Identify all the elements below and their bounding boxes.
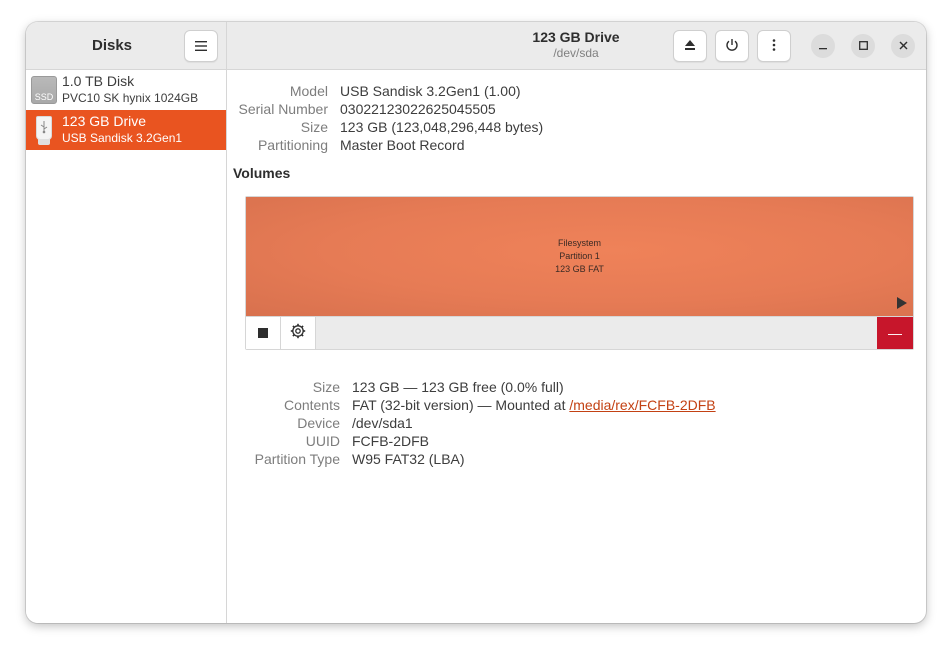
disk-name: 123 GB Drive [62, 113, 147, 129]
play-icon [897, 297, 907, 309]
volume-map: Filesystem Partition 1 123 GB FAT — [245, 196, 914, 350]
maximize-button[interactable] [851, 34, 875, 58]
disk-item-usb[interactable]: 123 GB Drive USB Sandisk 3.2Gen1 [26, 110, 226, 150]
header-bar: Disks 123 GB Drive /dev/sda [26, 22, 926, 70]
device-value: /dev/sda1 [352, 415, 413, 431]
partition-type-label: Partition Type [254, 451, 340, 467]
power-icon [725, 38, 739, 55]
model-value: USB Sandisk 3.2Gen1 (1.00) [340, 83, 521, 99]
partition-size-label: Size [312, 379, 340, 395]
vertical-dots-icon [772, 38, 776, 54]
maximize-icon [858, 39, 868, 53]
eject-icon [684, 38, 696, 54]
usb-drive-icon [36, 116, 52, 140]
serial-value: 03022123022625045505 [340, 101, 496, 117]
uuid-value: FCFB-2DFB [352, 433, 429, 449]
partitioning-value: Master Boot Record [340, 137, 465, 153]
partition-label: Filesystem Partition 1 123 GB FAT [246, 237, 913, 276]
partition-type-value: W95 FAT32 (LBA) [352, 451, 465, 467]
disk-list: SSD 1.0 TB Disk PVC10 SK hynix 1024GB 12… [26, 70, 226, 623]
hamburger-icon [195, 38, 207, 54]
volume-toolbar: — [246, 316, 913, 349]
drive-subtitle: /dev/sda [553, 46, 599, 60]
more-options-button[interactable] [757, 30, 791, 62]
partitioning-label: Partitioning [257, 137, 328, 153]
title-block: 123 GB Drive /dev/sda [476, 29, 676, 61]
partition-1-block[interactable]: Filesystem Partition 1 123 GB FAT [246, 197, 913, 316]
unmount-button[interactable] [246, 317, 281, 349]
close-icon [899, 39, 908, 53]
usb-plug [38, 139, 50, 145]
disk-item-1tb[interactable]: SSD 1.0 TB Disk PVC10 SK hynix 1024GB [26, 70, 226, 110]
partition-type: Filesystem [557, 238, 601, 248]
contents-text: FAT (32-bit version) — Mounted at [352, 397, 566, 413]
device-label: Device [297, 415, 340, 431]
power-off-button[interactable] [715, 30, 749, 62]
model-label: Model [289, 83, 328, 99]
stop-icon [258, 328, 268, 338]
partition-size: 123 GB FAT [555, 264, 604, 274]
size-value: 123 GB (123,048,296,448 bytes) [340, 119, 544, 135]
contents-label: Contents [283, 397, 340, 413]
mount-point-link[interactable]: /media/rex/FCFB-2DFB [569, 397, 715, 413]
delete-partition-button[interactable]: — [877, 317, 913, 349]
contents-value: FAT (32-bit version) — Mounted at /media… [352, 396, 716, 414]
partition-name: Partition 1 [559, 251, 600, 261]
disk-model: PVC10 SK hynix 1024GB [62, 91, 199, 105]
partition-size-value: 123 GB — 123 GB free (0.0% full) [352, 379, 564, 395]
size-label: Size [300, 119, 328, 135]
ssd-icon: SSD [31, 76, 57, 104]
serial-label: Serial Number [238, 101, 328, 117]
minimize-button[interactable] [811, 34, 835, 58]
disks-window: Disks 123 GB Drive /dev/sda SSD 1.0 TB D… [26, 22, 926, 623]
eject-button[interactable] [673, 30, 707, 62]
volumes-heading: Volumes [233, 165, 291, 181]
menu-button[interactable] [184, 30, 218, 62]
disk-model: USB Sandisk 3.2Gen1 [62, 131, 183, 145]
close-button[interactable] [891, 34, 915, 58]
minimize-icon [819, 39, 827, 53]
partition-options-button[interactable] [281, 317, 316, 349]
drive-title: 123 GB Drive [532, 29, 620, 45]
drive-details: Model USB Sandisk 3.2Gen1 (1.00) Serial … [227, 70, 926, 623]
gear-icon [290, 323, 306, 344]
disk-name: 1.0 TB Disk [62, 73, 135, 89]
uuid-label: UUID [305, 433, 340, 449]
